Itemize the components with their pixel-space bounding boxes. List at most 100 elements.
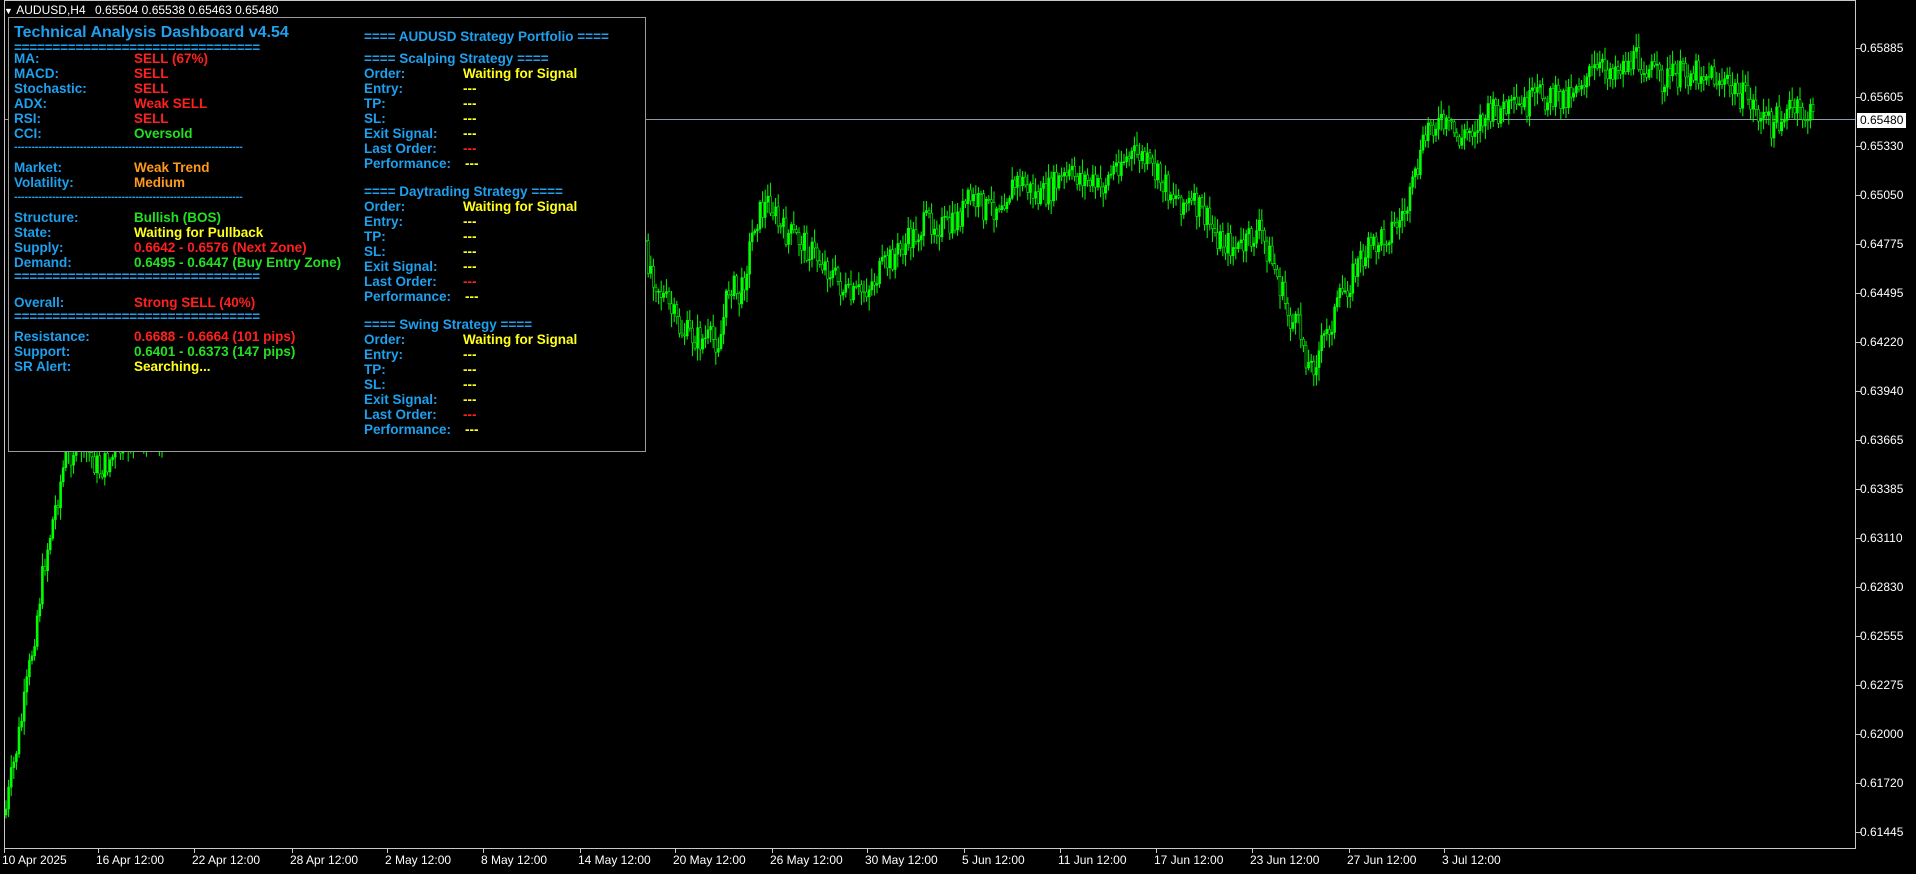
candle-body — [1151, 157, 1154, 164]
candle-body — [1413, 168, 1417, 178]
strategy-perf-label: Performance: — [364, 289, 452, 304]
demand-label: Demand: — [14, 255, 72, 270]
candle-body — [103, 453, 107, 478]
time-label: 17 Jun 12:00 — [1154, 853, 1224, 867]
candle-body — [1229, 233, 1232, 256]
strategy-last-label: Last Order: — [364, 141, 437, 156]
candle-body — [1510, 99, 1513, 101]
candle-body — [943, 216, 946, 218]
candle-body — [1627, 60, 1630, 72]
candle-body — [748, 241, 751, 275]
candle-body — [1216, 232, 1219, 249]
candle-body — [732, 275, 736, 297]
candle-body — [1450, 120, 1453, 123]
candle-body — [1367, 237, 1370, 258]
candle-body — [1200, 197, 1204, 207]
candle-body — [1484, 118, 1487, 127]
candle-body — [1478, 114, 1482, 131]
candle-body — [1070, 165, 1074, 171]
candle-body — [901, 248, 905, 255]
candle-body — [1619, 70, 1622, 75]
candle-body — [995, 208, 998, 220]
candle-body — [1749, 98, 1752, 110]
candle-body — [1736, 82, 1739, 94]
candle-body — [1770, 111, 1773, 139]
candle-body — [1445, 117, 1448, 130]
market-value: Weak Trend — [134, 160, 210, 175]
candle-body — [1536, 87, 1539, 93]
candle-body — [51, 519, 55, 539]
candle-body — [1117, 162, 1121, 176]
candle-body — [15, 753, 18, 763]
candle-body — [1221, 231, 1225, 248]
candle-body — [1655, 63, 1659, 66]
candle-body — [1377, 245, 1381, 252]
candle-body — [1731, 85, 1734, 95]
candle-body — [1309, 360, 1313, 363]
candle-body — [1091, 174, 1095, 187]
candle-body — [1203, 205, 1206, 225]
strategy-tp-label: TP: — [364, 229, 386, 244]
candle-body — [72, 455, 75, 466]
candle-body — [740, 277, 744, 305]
candle-body — [1187, 197, 1191, 204]
candle-body — [1127, 156, 1131, 159]
candle-body — [1364, 257, 1368, 267]
candle-body — [693, 342, 697, 349]
candle-body — [1767, 111, 1771, 116]
candle-body — [1205, 207, 1209, 225]
ohlc-values: 0.65504 0.65538 0.65463 0.65480 — [94, 3, 279, 17]
candle-body — [1294, 313, 1297, 323]
candle-body — [1645, 73, 1648, 78]
candle-body — [1489, 103, 1492, 122]
time-label: 8 May 12:00 — [481, 853, 548, 867]
candle-body — [815, 247, 819, 262]
candle-body — [771, 212, 775, 217]
volatility-label: Volatility: — [14, 175, 74, 190]
candle-body — [1322, 333, 1326, 336]
strategy-order-label: Order: — [364, 199, 406, 214]
candle-body — [1525, 97, 1529, 117]
strategy-sl-value: --- — [463, 377, 477, 392]
candle-body — [1502, 101, 1505, 109]
strategy-entry-label: Entry: — [364, 81, 404, 96]
candle-body — [1684, 62, 1687, 78]
price-label: 0.62000 — [1860, 727, 1904, 741]
candle-body — [758, 201, 762, 230]
candle-body — [1148, 152, 1152, 159]
candle-body — [917, 239, 920, 243]
candle-body — [1073, 165, 1076, 177]
candle-body — [1140, 151, 1144, 161]
candle-body — [1575, 86, 1578, 94]
candle-body — [1185, 202, 1188, 205]
candle-body — [1172, 194, 1175, 200]
symbol-name: AUDUSD,H4 — [16, 3, 86, 17]
strategy-exit-label: Exit Signal: — [364, 259, 438, 274]
candle-body — [714, 339, 718, 353]
strategy-exit-value: --- — [463, 392, 477, 407]
candle-body — [1504, 101, 1508, 114]
candle-body — [1809, 104, 1812, 121]
candle-body — [1697, 60, 1700, 84]
candle-body — [870, 281, 874, 291]
candle-body — [38, 603, 42, 617]
candle-body — [867, 289, 871, 298]
candle-body — [737, 293, 741, 305]
collapse-triangle-icon[interactable]: ▼ — [4, 6, 13, 16]
candle-body — [1257, 219, 1261, 231]
candle-body — [43, 566, 47, 572]
candle-body — [836, 267, 840, 282]
sr-alert-label: SR Alert: — [14, 359, 72, 374]
time-label: 3 Jul 12:00 — [1442, 853, 1501, 867]
portfolio-title: ==== AUDUSD Strategy Portfolio ==== — [364, 29, 609, 44]
candle-body — [1104, 185, 1108, 194]
candle-body — [1036, 191, 1040, 204]
candle-body — [17, 726, 21, 755]
candle-body — [1018, 175, 1022, 187]
candle-body — [849, 283, 853, 301]
time-label: 16 Apr 12:00 — [96, 853, 165, 867]
candle-body — [1317, 350, 1321, 368]
candle-body — [1099, 178, 1102, 188]
separator: ================================ — [14, 309, 260, 324]
candle-body — [1218, 231, 1222, 249]
